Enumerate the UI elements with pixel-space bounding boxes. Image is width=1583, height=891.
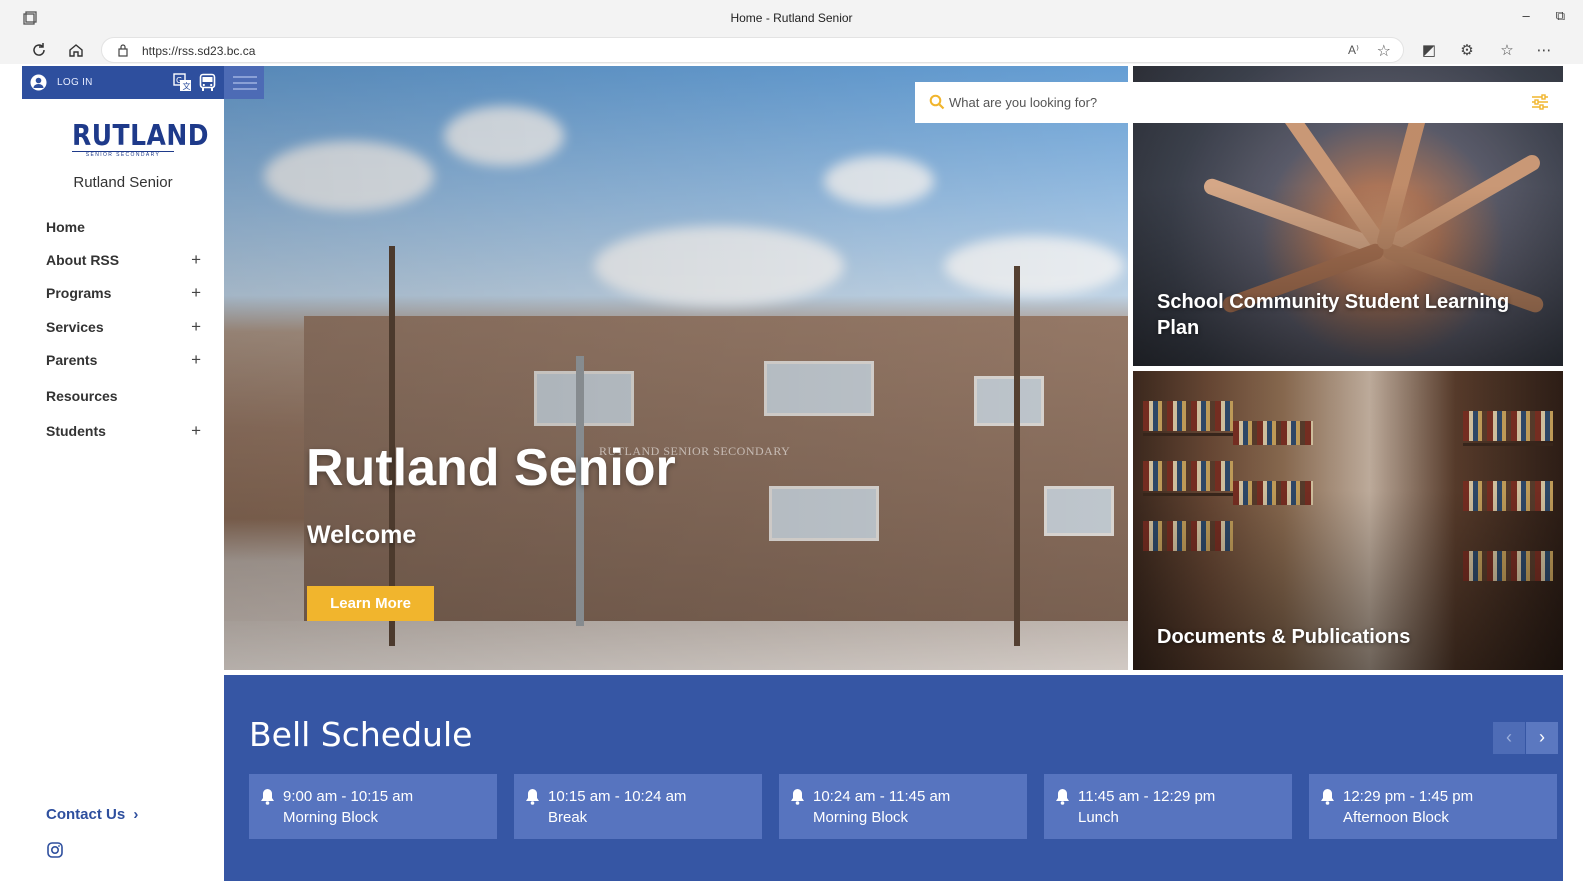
instagram-icon[interactable]	[47, 842, 63, 858]
refresh-icon[interactable]	[30, 41, 48, 59]
hero-banner: RUTLAND SENIOR SECONDARY Rutland Senior …	[224, 66, 1128, 670]
hero-subtitle: Welcome	[307, 521, 417, 549]
browser-tab-title: Home - Rutland Senior	[730, 11, 853, 25]
bell-schedule-card: 9:00 am - 10:15 am Morning Block	[249, 774, 497, 839]
bell-time: 10:24 am - 11:45 am	[813, 788, 951, 805]
extensions-icon[interactable]: ⚙	[1458, 41, 1476, 59]
contact-us-label: Contact Us	[46, 806, 126, 823]
bell-icon	[1056, 789, 1069, 805]
nav-item-students[interactable]: Students +	[46, 421, 201, 445]
read-aloud-icon[interactable]: A⁾	[1348, 43, 1359, 57]
learn-more-button[interactable]: Learn More	[307, 586, 434, 621]
contact-us-link[interactable]: Contact Us ›	[46, 806, 138, 823]
bell-schedule-card: 10:24 am - 11:45 am Morning Block	[779, 774, 1027, 839]
search-icon[interactable]	[929, 94, 945, 110]
bell-block: Morning Block	[283, 809, 379, 826]
bell-time: 10:15 am - 10:24 am	[548, 788, 687, 805]
search-bar	[915, 82, 1563, 123]
bell-block: Lunch	[1078, 809, 1119, 826]
translate-icon[interactable]: G文	[173, 73, 192, 92]
nav-item-label: Home	[46, 219, 85, 235]
bell-block: Afternoon Block	[1343, 809, 1449, 826]
bus-icon[interactable]	[199, 73, 216, 92]
more-options-icon[interactable]: ⋯	[1535, 41, 1553, 59]
home-icon[interactable]	[67, 41, 85, 59]
bell-schedule: Bell Schedule ‹ › 9:00 am - 10:15 am Mor…	[224, 675, 1563, 881]
svg-text:G: G	[176, 76, 182, 85]
site-name: Rutland Senior	[73, 174, 173, 191]
url-text[interactable]: https://rss.sd23.bc.ca	[142, 44, 255, 58]
carousel-prev-button[interactable]: ‹	[1493, 722, 1525, 754]
menu-icon	[233, 76, 257, 78]
login-bar: LOG IN G文	[22, 66, 264, 99]
nav-item-label: Programs	[46, 285, 112, 301]
tile-documents[interactable]: Documents & Publications	[1133, 371, 1563, 670]
nav-item-parents[interactable]: Parents +	[46, 350, 201, 374]
plus-icon[interactable]: +	[191, 421, 201, 441]
hero-title: Rutland Senior	[306, 439, 676, 497]
bell-schedule-card: 11:45 am - 12:29 pm Lunch	[1044, 774, 1292, 839]
bell-block: Break	[548, 809, 588, 826]
logo-wordmark: RUTLAND	[72, 118, 210, 153]
browser-addressbar: https://rss.sd23.bc.ca A⁾ ☆ ◩ ⚙ ☆ ⋯	[0, 36, 1583, 64]
bell-icon	[261, 789, 274, 805]
plus-icon[interactable]: +	[191, 283, 201, 303]
nav-item-services[interactable]: Services +	[46, 317, 201, 341]
filter-icon[interactable]	[1531, 94, 1549, 110]
nav-item-label: Students	[46, 423, 106, 439]
window-controls: – ⧉	[1522, 8, 1565, 24]
bell-time: 9:00 am - 10:15 am	[283, 788, 414, 805]
lock-icon	[118, 44, 128, 57]
restore-button[interactable]: ⧉	[1556, 8, 1565, 24]
favorites-icon[interactable]: ☆	[1498, 41, 1516, 59]
nav-item-about-rss[interactable]: About RSS +	[46, 250, 201, 274]
nav-item-home[interactable]: Home	[46, 219, 201, 241]
nav-item-programs[interactable]: Programs +	[46, 283, 201, 307]
minimize-button[interactable]: –	[1522, 8, 1529, 24]
web-page: LOG IN G文 RUTLAND SENIOR SECONDARY Rutla…	[22, 66, 1563, 881]
nav-item-label: Resources	[46, 388, 118, 404]
tile-label: School Community Student Learning Plan	[1157, 291, 1510, 339]
favorite-star-icon[interactable]: ☆	[1377, 41, 1391, 61]
search-input[interactable]	[949, 90, 1509, 114]
tile-label: Documents & Publications	[1157, 626, 1411, 648]
bell-time: 12:29 pm - 1:45 pm	[1343, 788, 1474, 805]
bell-schedule-title: Bell Schedule	[249, 715, 473, 754]
nav-item-resources[interactable]: Resources	[46, 388, 201, 410]
bell-icon	[1321, 789, 1334, 805]
school-logo[interactable]: RUTLAND SENIOR SECONDARY	[72, 118, 210, 158]
sidebar: LOG IN G文 RUTLAND SENIOR SECONDARY Rutla…	[22, 66, 264, 881]
browser-titlebar: Home - Rutland Senior – ⧉	[0, 0, 1583, 36]
bell-block: Morning Block	[813, 809, 909, 826]
login-link[interactable]: LOG IN	[57, 77, 93, 88]
nav-item-label: Services	[46, 319, 104, 335]
bell-icon	[526, 789, 539, 805]
browser-essentials-icon[interactable]: ◩	[1420, 41, 1438, 59]
plus-icon[interactable]: +	[191, 250, 201, 270]
bell-icon	[791, 789, 804, 805]
plus-icon[interactable]: +	[191, 317, 201, 337]
bell-schedule-card: 12:29 pm - 1:45 pm Afternoon Block	[1309, 774, 1557, 839]
chevron-right-icon: ›	[133, 806, 139, 823]
bell-time: 11:45 am - 12:29 pm	[1078, 788, 1216, 805]
url-bar[interactable]: https://rss.sd23.bc.ca A⁾ ☆	[101, 37, 1404, 63]
svg-text:文: 文	[183, 81, 191, 91]
carousel-next-button[interactable]: ›	[1526, 722, 1558, 754]
menu-toggle-button[interactable]	[224, 66, 264, 99]
nav-item-label: Parents	[46, 352, 98, 368]
bell-schedule-card: 10:15 am - 10:24 am Break	[514, 774, 762, 839]
nav-item-label: About RSS	[46, 252, 120, 268]
user-icon[interactable]	[30, 74, 47, 91]
plus-icon[interactable]: +	[191, 350, 201, 370]
